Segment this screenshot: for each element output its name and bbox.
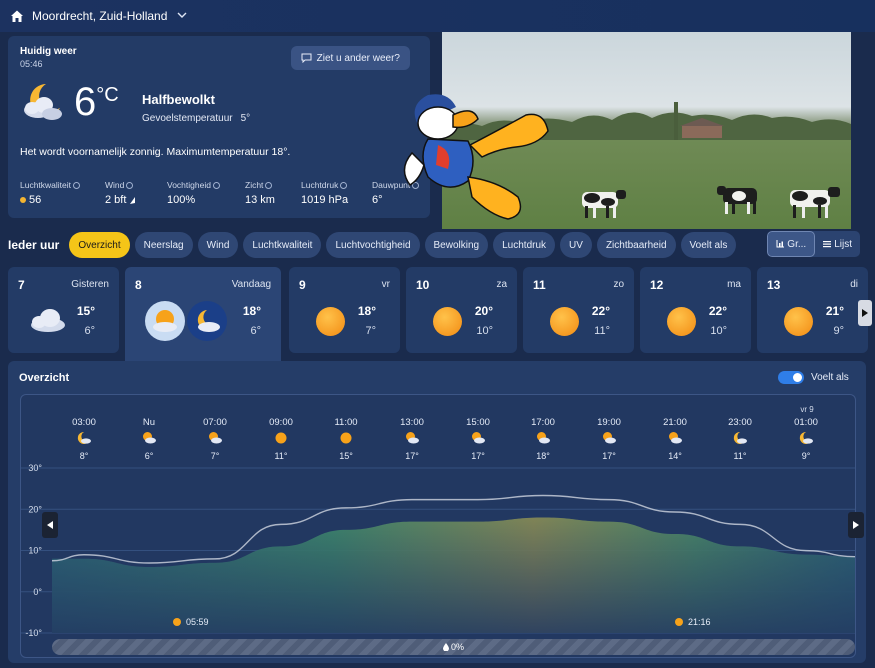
sun-icon bbox=[275, 432, 287, 444]
sun-cloud-icon bbox=[537, 432, 550, 444]
temperature-chart: 30° 20° 10° 0° -10° 03:00 8° Nu 6° 07:00 7° 09:00 1… bbox=[21, 405, 856, 638]
hour-column[interactable]: 17:00 18° bbox=[531, 417, 555, 461]
hour-label: 07:00 bbox=[203, 417, 227, 428]
chart-prev-button[interactable] bbox=[42, 512, 58, 538]
hour-temp: 9° bbox=[802, 451, 811, 461]
hour-label: 01:00 bbox=[794, 417, 818, 428]
hour-column[interactable]: 09:00 11° bbox=[269, 417, 293, 461]
sun-cloud-icon bbox=[472, 432, 485, 444]
sun-cloud-icon bbox=[406, 432, 419, 444]
raindrop-icon bbox=[442, 643, 449, 651]
sun-cloud-icon bbox=[669, 432, 682, 444]
hour-label: 09:00 bbox=[269, 417, 293, 428]
hour-temp: 18° bbox=[536, 451, 550, 461]
sunrise-time: 05:59 bbox=[186, 617, 209, 627]
sun-cloud-icon bbox=[603, 432, 616, 444]
hour-temp: 11° bbox=[275, 451, 288, 461]
y-tick-label: 10° bbox=[28, 546, 42, 556]
hour-temp: 17° bbox=[405, 451, 419, 461]
precipitation-bar: 0% bbox=[52, 639, 855, 655]
hour-label: 21:00 bbox=[663, 417, 687, 428]
hour-temp: 15° bbox=[339, 451, 353, 461]
hour-temp: 11° bbox=[734, 451, 747, 461]
sun-icon bbox=[340, 432, 352, 444]
hour-column[interactable]: Nu 6° bbox=[143, 417, 156, 461]
sunrise-icon bbox=[173, 618, 181, 626]
moon-cloud-icon bbox=[799, 431, 813, 444]
hour-label: 23:00 bbox=[728, 417, 752, 428]
hour-column[interactable]: 03:00 8° bbox=[72, 417, 96, 461]
sunrise-marker: 05:59 bbox=[173, 617, 209, 627]
chevron-right-icon bbox=[853, 521, 859, 529]
temperature-area-shade bbox=[52, 517, 855, 633]
sunset-icon bbox=[675, 618, 683, 626]
hour-temp: 8° bbox=[80, 451, 89, 461]
hour-temp: 17° bbox=[602, 451, 616, 461]
hour-temp: 7° bbox=[211, 451, 220, 461]
y-tick-label: -10° bbox=[25, 628, 42, 638]
hour-column[interactable]: 11:00 15° bbox=[334, 417, 357, 461]
hour-temp: 6° bbox=[145, 451, 154, 461]
chevron-left-icon bbox=[47, 521, 53, 529]
hour-label: 17:00 bbox=[531, 417, 555, 428]
hour-temp: 17° bbox=[471, 451, 485, 461]
hour-label: 11:00 bbox=[334, 417, 357, 428]
moon-cloud-icon bbox=[77, 431, 91, 444]
y-tick-label: 0° bbox=[33, 587, 42, 597]
hour-temp: 14° bbox=[668, 451, 682, 461]
precipitation-value: 0% bbox=[450, 642, 464, 652]
hour-column[interactable]: 13:00 17° bbox=[400, 417, 424, 461]
hour-label: 13:00 bbox=[400, 417, 424, 428]
sunset-marker: 21:16 bbox=[675, 617, 711, 627]
chart-next-button[interactable] bbox=[848, 512, 864, 538]
y-tick-label: 20° bbox=[28, 504, 42, 514]
hour-column[interactable]: 01:00 9° bbox=[794, 417, 818, 461]
hour-column[interactable]: 23:00 11° bbox=[728, 417, 752, 461]
y-tick-label: 30° bbox=[28, 463, 42, 473]
sun-cloud-icon bbox=[209, 432, 222, 444]
sun-cloud-icon bbox=[143, 432, 156, 444]
hour-column[interactable]: 15:00 17° bbox=[466, 417, 490, 461]
moon-cloud-icon bbox=[733, 431, 747, 444]
hour-label: Nu bbox=[143, 417, 155, 428]
hour-column[interactable]: 21:00 14° bbox=[663, 417, 687, 461]
hour-column[interactable]: 19:00 17° bbox=[597, 417, 621, 461]
next-day-label: vr 9 bbox=[800, 405, 814, 414]
sunset-time: 21:16 bbox=[688, 617, 711, 627]
hour-label: 19:00 bbox=[597, 417, 621, 428]
hour-label: 15:00 bbox=[466, 417, 490, 428]
hour-label: 03:00 bbox=[72, 417, 96, 428]
hour-column[interactable]: 07:00 7° bbox=[203, 417, 227, 461]
